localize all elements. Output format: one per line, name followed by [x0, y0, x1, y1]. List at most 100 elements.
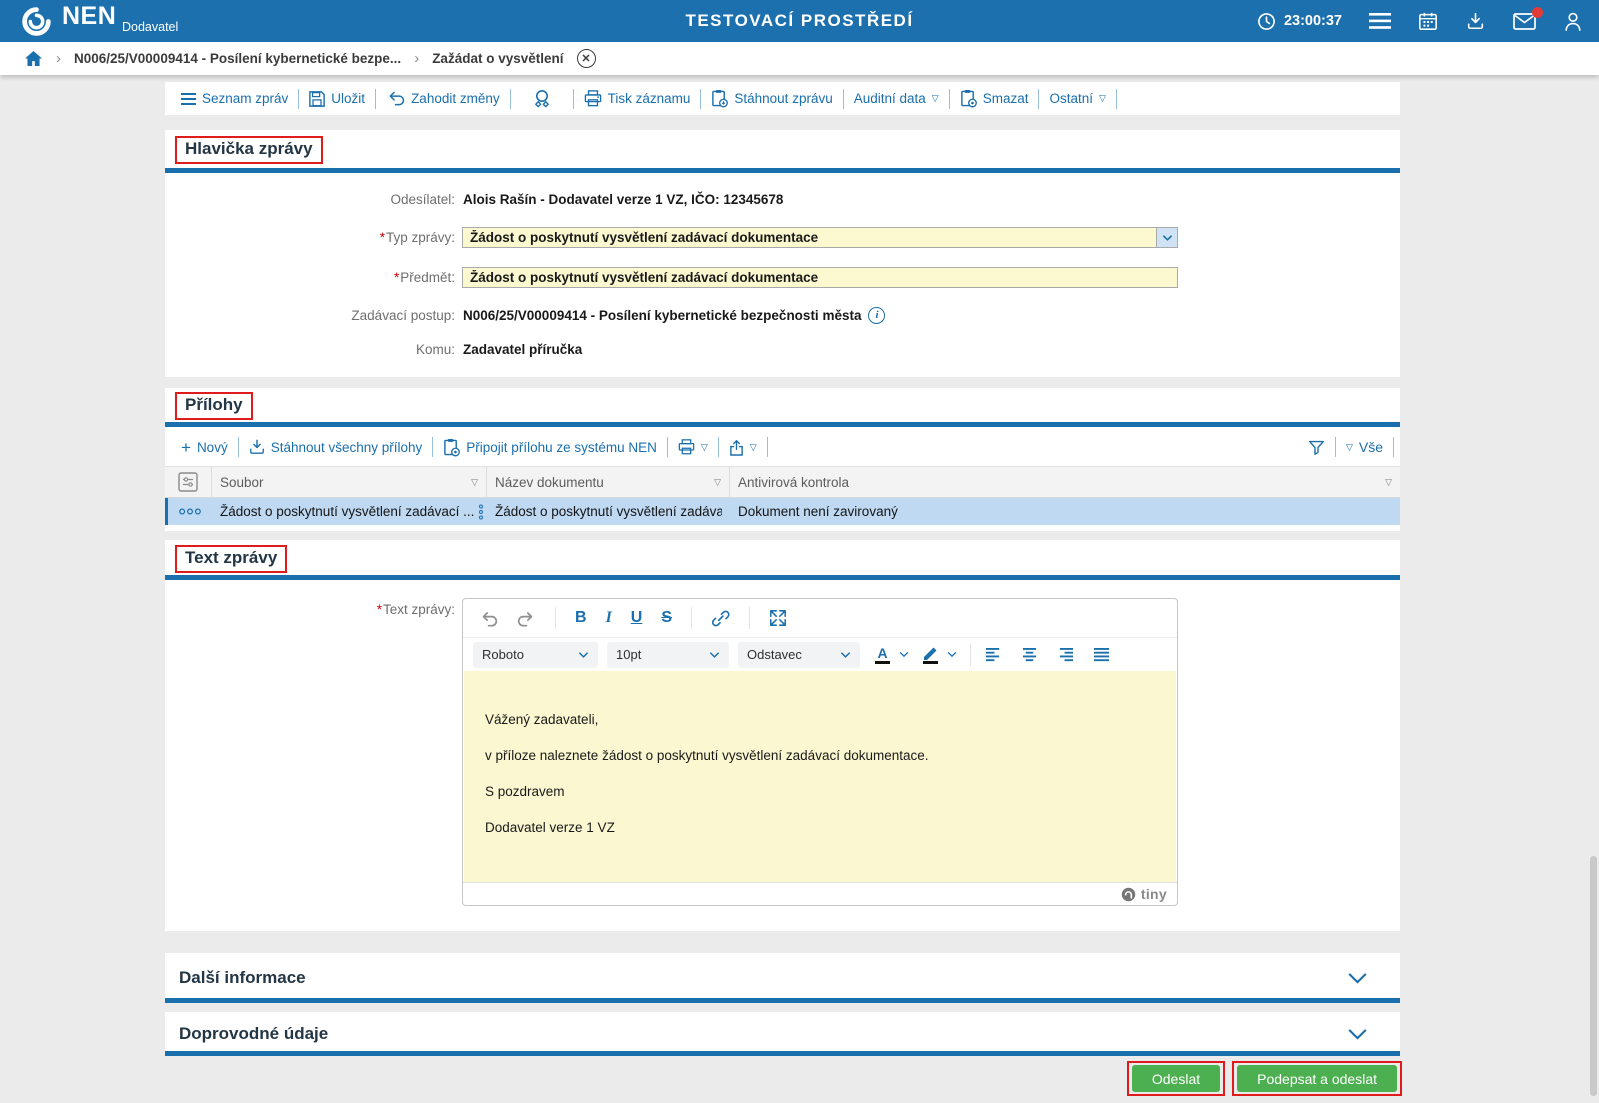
message-list-button[interactable]: Seznam zpráv	[171, 91, 298, 106]
menu-icon[interactable]	[1369, 13, 1391, 29]
print-attachments-button[interactable]: ▽	[668, 439, 718, 455]
delete-button[interactable]: Smazat	[950, 89, 1039, 108]
column-header-antivirus[interactable]: Antivirová kontrola ▽	[730, 467, 1400, 497]
sort-triangle-icon[interactable]: ▽	[714, 477, 721, 488]
other-actions-menu[interactable]: Ostatní ▽	[1039, 91, 1115, 106]
downloads-icon[interactable]	[1465, 11, 1486, 31]
undo-icon[interactable]	[479, 610, 498, 627]
message-type-select[interactable]: Žádost o poskytnutí vysvětlení zadávací …	[462, 227, 1178, 248]
header-icons: 23:00:37	[1257, 0, 1583, 42]
highlight-color-button[interactable]	[922, 646, 938, 664]
message-paragraph: Vážený zadavateli,	[485, 712, 599, 727]
section-title: Další informace	[179, 968, 306, 987]
column-header-file[interactable]: Soubor ▽	[212, 467, 487, 497]
section-attachments: Přílohy + Nový Stáhnout všechny přílohy …	[165, 388, 1400, 531]
bold-button[interactable]: B	[575, 609, 587, 627]
breadcrumb-current[interactable]: Zažádat o vysvětlení	[432, 51, 563, 66]
attachment-row[interactable]: Žádost o poskytnutí vysvětlení zadávací …	[165, 498, 1400, 525]
strikethrough-button[interactable]: S	[661, 609, 672, 627]
link-icon[interactable]	[711, 609, 730, 628]
align-justify-button[interactable]	[1092, 647, 1111, 662]
home-icon[interactable]	[24, 50, 43, 67]
section-underline	[165, 168, 1400, 173]
redo-icon[interactable]	[517, 610, 536, 627]
editor-toolbar-row2: Roboto 10pt Odstavec A	[463, 637, 1177, 671]
section-underline	[165, 1051, 1400, 1056]
close-tab-icon[interactable]: ✕	[576, 49, 596, 68]
app-header: NEN Dodavatel TESTOVACÍ PROSTŘEDÍ 23:00:…	[0, 0, 1599, 42]
info-icon[interactable]: i	[868, 306, 886, 324]
footer-actions: Odeslat Podepsat a odeslat	[165, 1061, 1402, 1096]
divider	[555, 607, 556, 629]
font-size-select[interactable]: 10pt	[607, 641, 729, 668]
audit-data-menu[interactable]: Auditní data ▽	[844, 91, 949, 106]
message-type-value: Žádost o poskytnutí vysvětlení zadávací …	[470, 230, 819, 245]
subject-input[interactable]: Žádost o poskytnutí vysvětlení zadávací …	[462, 267, 1178, 288]
sender-value: Alois Rašín - Dodavatel verze 1 VZ, IČO:…	[463, 191, 784, 207]
dropdown-triangle-icon: ▽	[749, 441, 757, 452]
recipient-label: Komu:	[415, 341, 455, 357]
column-header-document-name[interactable]: Název dokumentu ▽	[487, 467, 730, 497]
section-additional-info[interactable]: Další informace	[165, 953, 1400, 1003]
export-attachments-button[interactable]: ▽	[719, 439, 767, 456]
print-record-button[interactable]: Tisk záznamu	[574, 90, 701, 107]
message-paragraph: v příloze naleznete žádost o poskytnutí …	[485, 748, 929, 763]
scrollbar-thumb[interactable]	[1590, 856, 1597, 1096]
attachments-table-header: Soubor ▽ Název dokumentu ▽ Antivirová kont…	[165, 466, 1400, 498]
row-menu-icon[interactable]	[168, 498, 212, 525]
block-format-select[interactable]: Odstavec	[738, 641, 860, 668]
send-button[interactable]: Odeslat	[1131, 1065, 1221, 1092]
editor-content[interactable]: Vážený zadavateli, v příloze naleznete ž…	[464, 671, 1176, 882]
italic-button[interactable]: I	[606, 609, 612, 627]
user-icon[interactable]	[1563, 11, 1583, 32]
discard-changes-button[interactable]: Zahodit změny	[376, 91, 510, 106]
align-right-button[interactable]	[1056, 647, 1075, 662]
download-message-button[interactable]: Stáhnout zprávu	[701, 89, 842, 108]
align-left-button[interactable]	[984, 647, 1003, 662]
section-accompanying-data[interactable]: Doprovodné údaje	[165, 1012, 1400, 1056]
message-paragraph: Dodavatel verze 1 VZ	[485, 820, 615, 835]
procedure-value: N006/25/V00009414 - Posílení kybernetick…	[463, 306, 886, 324]
cell-handle-icon[interactable]	[478, 504, 484, 520]
new-attachment-button[interactable]: + Nový	[171, 439, 238, 456]
tinymce-brand[interactable]: tiny	[1141, 886, 1167, 902]
filter-all-button[interactable]: ▽ Vše	[1336, 439, 1393, 455]
text-color-button[interactable]: A	[875, 646, 890, 664]
download-all-attachments-button[interactable]: Stáhnout všechny přílohy	[239, 439, 433, 455]
section-title: Text zprávy	[185, 548, 278, 567]
rich-text-editor[interactable]: B I U S Roboto 10pt Odstavec A Vážený za…	[462, 598, 1178, 906]
save-button[interactable]: Uložit	[299, 90, 375, 107]
underline-button[interactable]: U	[631, 609, 643, 627]
required-mark: *	[376, 602, 382, 617]
procedure-label: Zadávací postup:	[351, 307, 455, 323]
section-message-text: Text zprávy *Text zprávy: B I U S Roboto…	[165, 540, 1400, 931]
chevron-down-icon[interactable]	[1347, 1028, 1368, 1040]
message-text-label: *Text zprávy:	[376, 602, 455, 617]
chevron-down-icon[interactable]	[899, 651, 909, 658]
editor-statusbar: tiny	[463, 882, 1177, 905]
chevron-down-icon[interactable]	[1347, 972, 1368, 984]
fullscreen-icon[interactable]	[769, 609, 787, 627]
annotation-box: Podepsat a odeslat	[1232, 1061, 1402, 1096]
align-center-button[interactable]	[1020, 647, 1039, 662]
font-family-select[interactable]: Roboto	[473, 641, 598, 668]
column-settings-button[interactable]	[165, 467, 212, 497]
breadcrumb-procedure[interactable]: N006/25/V00009414 - Posílení kybernetick…	[74, 51, 401, 66]
attach-from-nen-button[interactable]: Připojit přílohu ze systému NEN	[433, 438, 667, 457]
select-dropdown-button[interactable]	[1156, 228, 1177, 247]
screen: NEN Dodavatel TESTOVACÍ PROSTŘEDÍ 23:00:…	[0, 0, 1599, 1103]
chevron-right-icon: ›	[414, 50, 420, 67]
unread-badge	[1532, 6, 1543, 18]
sort-triangle-icon[interactable]: ▽	[471, 477, 478, 488]
filter-icon[interactable]	[1298, 439, 1335, 456]
messages-icon[interactable]	[1513, 6, 1543, 30]
sign-and-send-button[interactable]: Podepsat a odeslat	[1237, 1065, 1397, 1092]
seal-icon[interactable]	[511, 89, 573, 109]
dropdown-triangle-icon: ▽	[700, 441, 708, 452]
chevron-down-icon[interactable]	[947, 651, 957, 658]
cell-antivirus: Dokument není zavirovaný	[738, 504, 898, 519]
annotation-box: Přílohy	[175, 392, 253, 420]
calendar-icon[interactable]	[1418, 11, 1438, 31]
section-underline	[165, 575, 1400, 580]
sort-triangle-icon[interactable]: ▽	[1385, 477, 1392, 488]
